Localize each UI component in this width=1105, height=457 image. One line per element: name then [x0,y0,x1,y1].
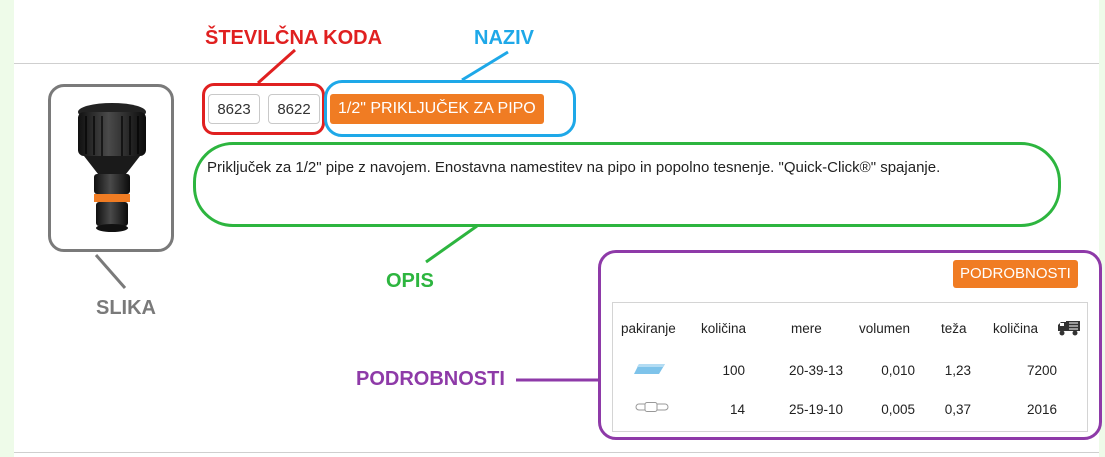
blister-icon [635,402,669,412]
top-divider [14,63,1099,64]
box-icon [634,364,665,374]
row2-weight: 0,37 [944,402,971,417]
product-description: Priključek za 1/2" pipe z navojem. Enost… [207,159,941,176]
row1-volume: 0,010 [881,363,915,378]
details-table: pakiranje količina mere volumen teža kol… [612,302,1088,432]
header-volume: volumen [859,321,911,336]
header-packaging: pakiranje [621,321,676,336]
row1-dimensions: 20-39-13 [788,363,843,378]
row2-dimensions: 25-19-10 [788,402,843,417]
row2-volume: 0,005 [881,402,915,417]
annotation-label-name: NAZIV [474,27,534,49]
bottom-divider [14,452,1099,453]
row2-quantity-truck: 2016 [1026,402,1057,417]
product-code-2[interactable]: 8622 [268,94,320,124]
annotation-label-image: SLIKA [96,297,156,319]
header-dimensions: mere [791,321,822,336]
header-weight: teža [941,321,967,336]
annotation-label-description: OPIS [386,270,434,292]
product-image[interactable] [62,100,162,240]
row1-quantity-truck: 7200 [1026,363,1057,378]
details-button[interactable]: PODROBNOSTI [953,260,1078,288]
row1-quantity: 100 [722,363,745,378]
row2-quantity: 14 [729,402,745,417]
header-quantity: količina [701,321,747,336]
header-quantity-truck: količina [993,321,1039,336]
annotation-label-code: ŠTEVILČNA KODA [205,27,383,49]
annotation-label-details: PODROBNOSTI [356,368,505,390]
product-code-1[interactable]: 8623 [208,94,260,124]
row1-weight: 1,23 [944,363,971,378]
truck-icon [1058,321,1080,336]
product-title-button[interactable]: 1/2" PRIKLJUČEK ZA PIPO [330,94,544,124]
